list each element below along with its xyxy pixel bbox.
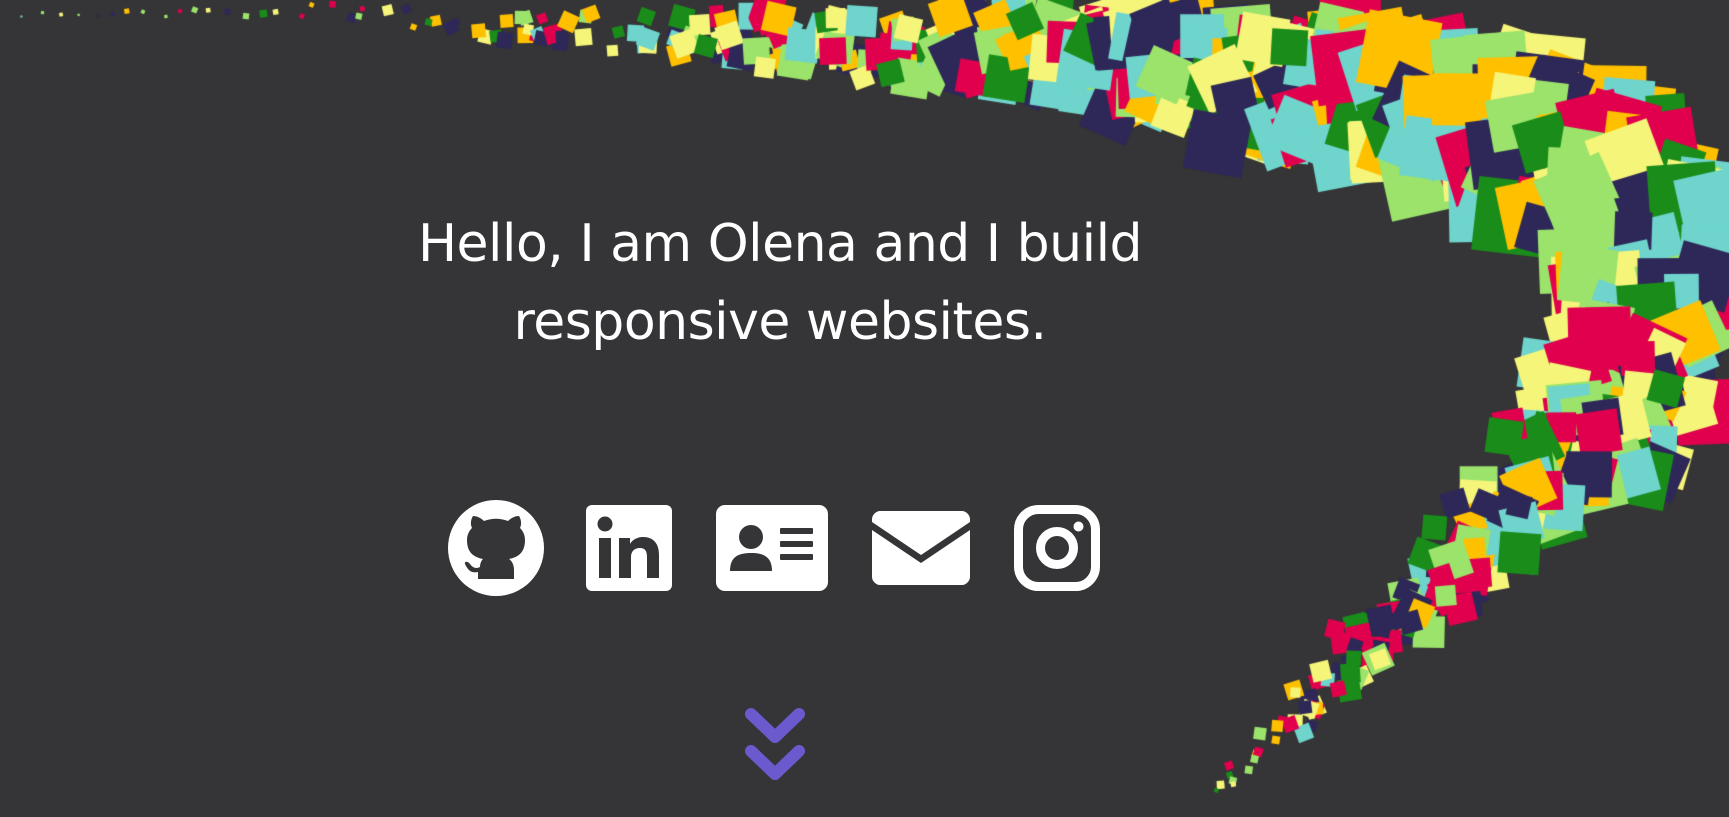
headline-line-1: Hello, I am Olena and I build: [417, 214, 1143, 274]
envelope-icon: [872, 511, 970, 585]
resume-link[interactable]: [716, 505, 828, 591]
email-link[interactable]: [872, 511, 970, 585]
github-icon: [448, 500, 544, 596]
instagram-icon: [1014, 505, 1100, 591]
instagram-link[interactable]: [1014, 505, 1100, 591]
id-card-icon: [716, 505, 828, 591]
linkedin-icon: [586, 505, 672, 591]
double-chevron-down-icon: [745, 708, 805, 780]
social-links: [448, 500, 1100, 596]
linkedin-link[interactable]: [586, 505, 672, 591]
scroll-down-button[interactable]: [742, 706, 808, 790]
hero-headline: Hello, I am Olena and I build responsive…: [0, 205, 1560, 361]
headline-line-2: responsive websites.: [513, 292, 1047, 352]
github-link[interactable]: [448, 500, 544, 596]
hero-section: Hello, I am Olena and I build responsive…: [0, 0, 1729, 817]
hero-content: Hello, I am Olena and I build responsive…: [0, 0, 1560, 817]
